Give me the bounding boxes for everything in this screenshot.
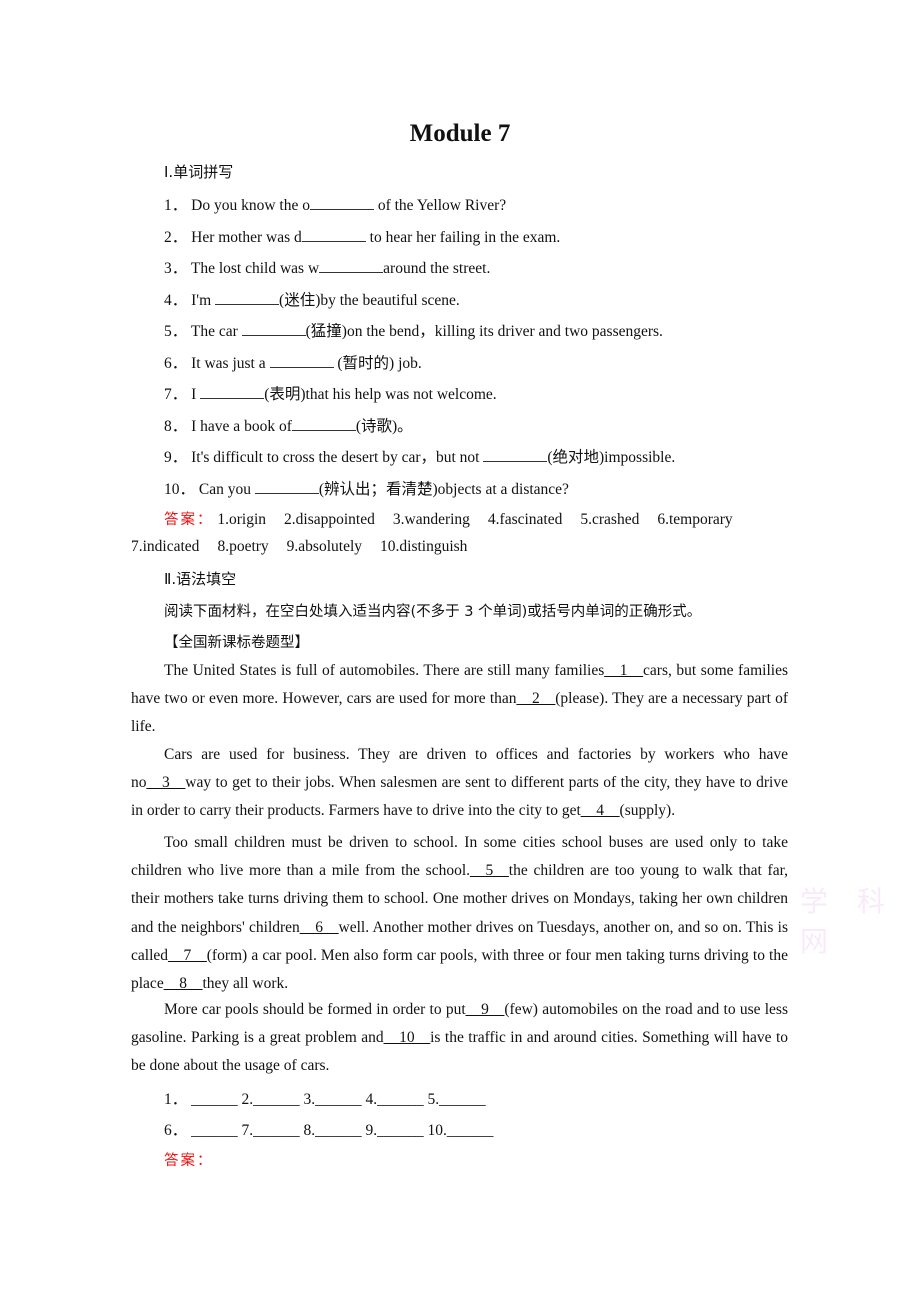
numbered-blank[interactable]: __8__ xyxy=(164,975,203,992)
numbered-blank[interactable]: __3__ xyxy=(147,774,186,791)
passage-text: way to get to their jobs. When salesmen … xyxy=(131,774,788,820)
section2-instruction: 阅读下面材料，在空白处填入适当内容(不多于 3 个单词)或括号内单词的正确形式。 xyxy=(164,604,702,620)
spelling-item: 4． I'm (迷住)by the beautiful scene. xyxy=(164,288,460,310)
fill-blank[interactable] xyxy=(241,321,306,336)
item-number: 2． xyxy=(164,228,192,246)
item-number: 9． xyxy=(164,449,192,466)
item-text: (猛撞)on the bend，killing its driver and t… xyxy=(305,323,663,340)
answer-label: 答案： xyxy=(164,512,214,528)
fill-blank[interactable] xyxy=(301,227,366,242)
passage-paragraph: Too small children must be driven to sch… xyxy=(131,829,788,998)
item-text: (表明)that his help was not welcome. xyxy=(264,386,497,403)
spelling-item: 8． I have a book of (诗歌)。 xyxy=(164,414,413,436)
item-text: It's difficult to cross the desert by ca… xyxy=(191,449,484,466)
item-number: 1． xyxy=(164,197,192,214)
fill-blank[interactable] xyxy=(269,353,334,368)
fill-blank[interactable] xyxy=(200,384,265,399)
item-text: (诗歌)。 xyxy=(355,417,413,435)
fill-blank[interactable] xyxy=(309,195,374,210)
fill-blank[interactable] xyxy=(291,416,356,431)
spelling-item: 1． Do you know the o of the Yellow River… xyxy=(164,193,506,215)
item-text: (暂时的) job. xyxy=(333,354,422,372)
item-text: to hear her failing in the exam. xyxy=(365,228,561,246)
item-text: Do you know the o xyxy=(191,197,310,214)
numbered-blank[interactable]: __7__ xyxy=(168,947,207,964)
numbered-blank[interactable]: __5__ xyxy=(470,862,509,879)
fill-blank[interactable] xyxy=(483,447,548,462)
item-text: It was just a xyxy=(191,354,270,372)
numbered-blank[interactable]: __1__ xyxy=(604,662,643,679)
spelling-item: 6． It was just a (暂时的) job. xyxy=(164,351,422,373)
spelling-item: 7． I (表明)that his help was not welcome. xyxy=(164,382,497,404)
section1-answers-line1: 答案： 1.origin 2.disappointed 3.wandering 4.f… xyxy=(164,508,751,529)
fill-blank[interactable] xyxy=(319,258,384,273)
item-text: Her mother was d xyxy=(191,228,302,246)
item-text: I xyxy=(191,386,201,403)
item-number: 6． xyxy=(164,354,192,372)
answer-item: 7.indicated xyxy=(131,538,200,555)
numbered-blank[interactable]: __4__ xyxy=(581,802,620,819)
answer-row-2: 6． ______ 7.______ 8.______ 9.______ 10.… xyxy=(164,1122,494,1139)
watermark: 学 科 网 xyxy=(800,885,895,958)
passage-text: (supply). xyxy=(619,802,676,820)
fill-blank[interactable] xyxy=(215,290,280,305)
item-text: The lost child was w xyxy=(190,260,320,277)
item-text: Can you xyxy=(198,480,255,498)
page-title: Module 7 xyxy=(409,120,511,147)
section2-heading: Ⅱ.语法填空 xyxy=(164,570,237,588)
item-text: I have a book of xyxy=(191,417,292,435)
item-number: 5． xyxy=(164,323,191,340)
section1-heading: Ⅰ.单词拼写 xyxy=(164,163,234,181)
spelling-item: 5． The car (猛撞)on the bend，killing its d… xyxy=(164,319,663,341)
section2-answer-label: 答案： xyxy=(164,1149,214,1170)
passage-text: More car pools should be formed in order… xyxy=(164,1001,466,1018)
item-number: 3． xyxy=(164,260,191,277)
answer-item: 3.wandering xyxy=(392,511,470,528)
item-number: 8． xyxy=(164,417,192,435)
item-text: The car xyxy=(190,323,242,340)
numbered-blank[interactable]: __10__ xyxy=(384,1029,431,1046)
item-text: (绝对地)impossible. xyxy=(547,449,676,466)
answer-item: 10.distinguish xyxy=(380,538,468,555)
spelling-item: 10． Can you (辨认出；看清楚)objects at a distan… xyxy=(164,477,569,499)
answer-item: 2.disappointed xyxy=(284,511,375,528)
answer-item: 1.origin xyxy=(217,511,267,528)
spelling-item: 3． The lost child was w around the street… xyxy=(164,256,490,278)
answer-item: 5.crashed xyxy=(580,511,640,528)
numbered-blank[interactable]: __9__ xyxy=(466,1001,505,1018)
item-text: of the Yellow River? xyxy=(373,197,507,214)
question-type-tag: 【全国新课标卷题型】 xyxy=(164,635,309,651)
item-text: I'm xyxy=(191,291,216,309)
answer-row-1: 1． ______ 2.______ 3.______ 4.______ 5._… xyxy=(164,1091,486,1108)
answer-item: 4.fascinated xyxy=(487,511,563,528)
spelling-item: 9． It's difficult to cross the desert by… xyxy=(164,445,675,467)
numbered-blank[interactable]: __6__ xyxy=(300,919,339,936)
answer-item: 9.absolutely xyxy=(286,538,363,555)
document-page: Module 7 Ⅰ.单词拼写 1． Do you know the o of … xyxy=(0,0,920,1302)
answer-label: 答案： xyxy=(164,1153,214,1169)
item-number: 7． xyxy=(164,386,192,403)
answer-item: 6.temporary xyxy=(657,511,733,528)
passage-paragraph: The United States is full of automobiles… xyxy=(131,657,788,742)
item-number: 10． xyxy=(164,480,199,498)
passage-paragraph: Cars are used for business. They are dri… xyxy=(131,741,788,826)
fill-blank[interactable] xyxy=(254,479,319,494)
passage-text: The United States is full of automobiles… xyxy=(164,662,605,679)
section1-answers-line2: 7.indicated 8.poetry 9.absolutely 10.distin… xyxy=(131,538,485,556)
spelling-item: 2． Her mother was d to hear her failing … xyxy=(164,225,560,247)
passage-text: they all work. xyxy=(202,975,289,993)
item-text: (辨认出；看清楚)objects at a distance? xyxy=(318,480,569,498)
numbered-blank[interactable]: __2__ xyxy=(517,690,556,707)
item-text: (迷住)by the beautiful scene. xyxy=(279,291,460,309)
item-text: around the street. xyxy=(383,260,491,277)
answer-item: 8.poetry xyxy=(217,538,269,555)
passage-paragraph: More car pools should be formed in order… xyxy=(131,996,788,1081)
item-number: 4． xyxy=(164,291,192,309)
